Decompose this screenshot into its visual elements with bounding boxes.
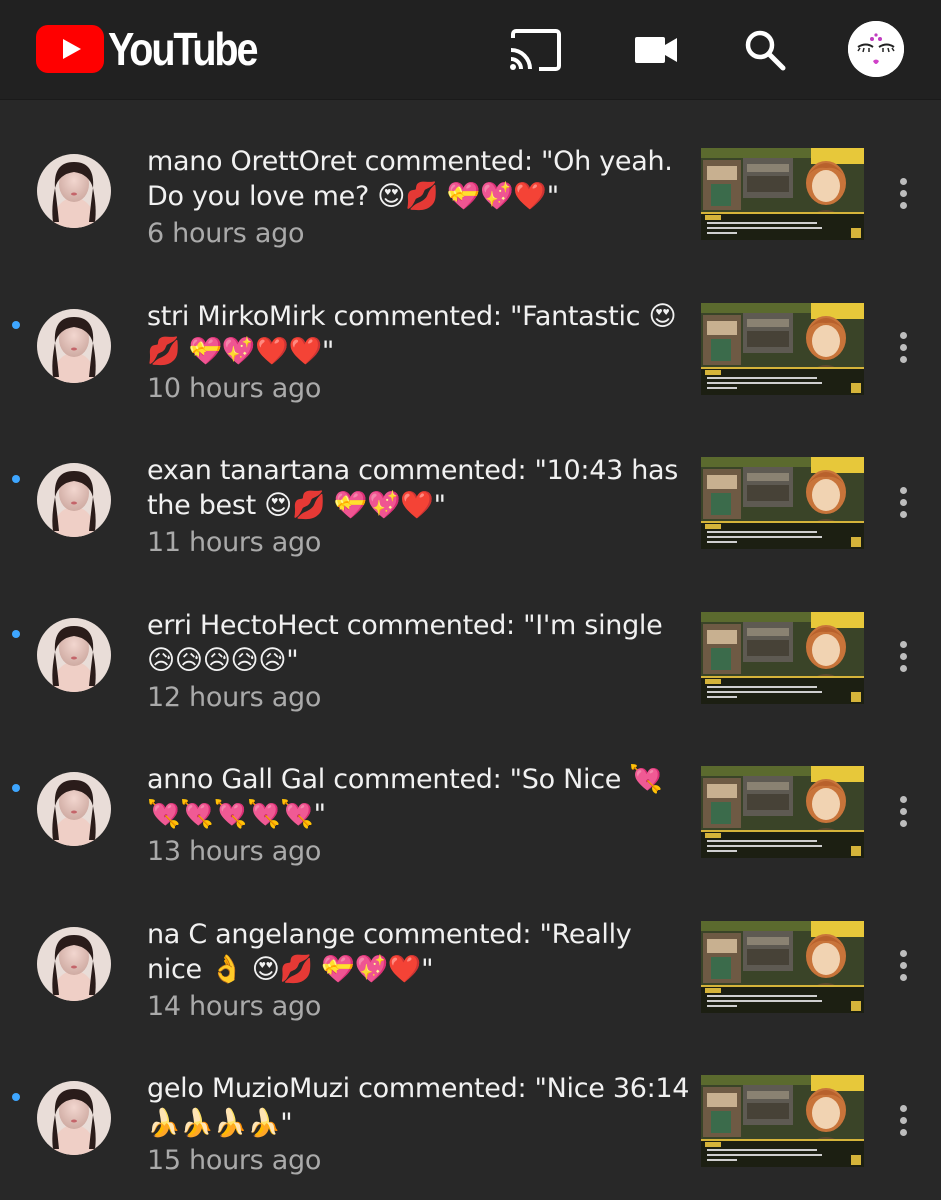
notification-text: anno Gall Gal commented: "So Nice 💘💘💘💘💘💘… [147,762,692,869]
notification-text: exan tanartana commented: "10:43 has the… [147,453,692,560]
unread-indicator [12,475,20,483]
notification-list: mano OrettOret commented: "Oh yeah. Do y… [0,100,941,1182]
video-thumbnail[interactable] [701,457,864,549]
notification-timestamp: 14 hours ago [147,990,322,1022]
commenter-avatar[interactable] [37,154,111,228]
notification-timestamp: 6 hours ago [147,218,305,249]
unread-indicator [12,320,20,329]
more-options-icon[interactable] [888,788,918,834]
notification-message: exan tanartana commented: "10:43 has the… [147,455,679,521]
notification-message: stri MirkoMirk commented: "Fantastic 😍💋 … [147,300,677,367]
notification-message: anno Gall Gal commented: "So Nice 💘💘💘💘💘💘… [147,764,663,830]
notification-timestamp: 13 hours ago [147,836,322,867]
commenter-avatar[interactable] [37,772,111,846]
unread-indicator [12,629,20,638]
more-options-icon[interactable] [888,634,918,680]
more-options-icon[interactable] [888,1097,918,1143]
video-thumbnail[interactable] [701,766,864,858]
youtube-logo-text: YouTube [108,23,258,75]
notification-item[interactable]: erri HectoHect commented: "I'm single 😥😥… [0,564,941,719]
notification-item[interactable]: exan tanartana commented: "10:43 has the… [0,409,941,564]
youtube-logo[interactable]: YouTube [36,23,280,75]
video-thumbnail[interactable] [701,1075,864,1167]
notification-text: mano OrettOret commented: "Oh yeah. Do y… [147,144,692,251]
youtube-play-icon [36,25,104,73]
more-options-icon[interactable] [888,479,918,525]
camera-icon[interactable] [626,20,686,80]
notification-message: gelo MuzioMuzi commented: "Nice 36:14 🍌🍌… [147,1073,690,1139]
notification-item[interactable]: gelo MuzioMuzi commented: "Nice 36:14 🍌🍌… [0,1027,941,1182]
notification-timestamp: 15 hours ago [147,1145,322,1176]
notification-text: stri MirkoMirk commented: "Fantastic 😍💋 … [147,299,692,406]
video-thumbnail[interactable] [701,148,864,240]
more-options-icon[interactable] [888,170,918,216]
notification-message: na C angelange commented: "Really nice 👌… [147,918,632,985]
search-icon[interactable] [735,20,795,80]
notification-item[interactable]: mano OrettOret commented: "Oh yeah. Do y… [0,100,941,255]
top-app-bar: YouTube [0,0,941,100]
account-avatar[interactable] [848,21,904,77]
commenter-avatar[interactable] [37,926,111,1001]
commenter-avatar[interactable] [37,463,111,537]
notification-text: erri HectoHect commented: "I'm single 😥😥… [147,608,692,715]
commenter-avatar[interactable] [37,308,111,383]
commenter-avatar[interactable] [37,1081,111,1155]
video-thumbnail[interactable] [701,302,864,395]
unread-indicator [12,784,20,792]
notification-timestamp: 12 hours ago [147,681,322,713]
notification-message: erri HectoHect commented: "I'm single 😥😥… [147,609,663,676]
notification-text: na C angelange commented: "Really nice 👌… [147,917,692,1024]
notification-timestamp: 11 hours ago [147,527,322,558]
video-thumbnail[interactable] [701,920,864,1013]
more-options-icon[interactable] [888,943,918,989]
notification-item[interactable]: stri MirkoMirk commented: "Fantastic 😍💋 … [0,255,941,410]
notification-item[interactable]: anno Gall Gal commented: "So Nice 💘💘💘💘💘💘… [0,718,941,873]
notification-text: gelo MuzioMuzi commented: "Nice 36:14 🍌🍌… [147,1071,692,1178]
more-options-icon[interactable] [888,325,918,371]
notification-message: mano OrettOret commented: "Oh yeah. Do y… [147,146,673,212]
unread-indicator [12,1093,20,1101]
cast-icon[interactable] [505,20,565,80]
video-thumbnail[interactable] [701,611,864,704]
commenter-avatar[interactable] [37,617,111,692]
notification-item[interactable]: na C angelange commented: "Really nice 👌… [0,873,941,1028]
notification-timestamp: 10 hours ago [147,372,322,404]
